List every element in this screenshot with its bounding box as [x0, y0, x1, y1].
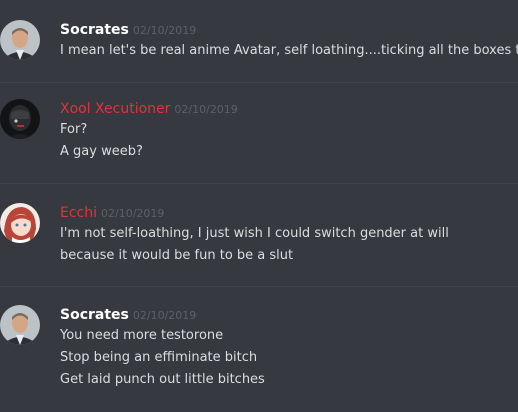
- chat-message: Socrates 02/10/2019 You need more testoro…: [0, 305, 518, 405]
- timestamp: 02/10/2019: [174, 103, 238, 116]
- chat-message: Ecchi 02/10/2019 I'm not self-loathing, I…: [0, 203, 518, 273]
- dark-masked-avatar-icon[interactable]: [0, 99, 40, 139]
- message-header: Socrates 02/10/2019: [60, 305, 196, 325]
- username[interactable]: Xool Xecutioner: [60, 101, 170, 117]
- message-line: You need more testorone: [60, 328, 224, 343]
- timestamp: 02/10/2019: [101, 207, 165, 220]
- message-line: Get laid punch out little bitches: [60, 372, 265, 387]
- message-divider: [0, 82, 518, 83]
- chat-message: Socrates 02/10/2019 I mean let's be real …: [0, 20, 518, 80]
- message-line: A gay weeb?: [60, 144, 143, 159]
- message-line: Stop being an effiminate bitch: [60, 350, 258, 365]
- man-in-suit-avatar-icon[interactable]: [0, 20, 40, 60]
- message-divider: [0, 286, 518, 287]
- timestamp: 02/10/2019: [132, 309, 197, 322]
- message-line: I mean let's be real anime Avatar, self …: [60, 43, 518, 58]
- message-header: Socrates 02/10/2019: [60, 20, 196, 40]
- man-in-suit-avatar-icon[interactable]: [0, 305, 40, 345]
- message-line: I'm not self-loathing, I just wish I cou…: [60, 226, 449, 241]
- chat-message-list: Socrates 02/10/2019 I mean let's be real …: [0, 0, 518, 412]
- message-line: because it would be fun to be a slut: [60, 248, 294, 263]
- message-content: You need more testorone Stop being an ef…: [60, 325, 518, 391]
- message-header: Ecchi 02/10/2019: [60, 203, 164, 223]
- username[interactable]: Socrates: [60, 22, 129, 38]
- chat-message: Xool Xecutioner 02/10/2019 For? A gay wee…: [0, 99, 518, 169]
- message-content: I'm not self-loathing, I just wish I cou…: [60, 223, 518, 267]
- timestamp: 02/10/2019: [132, 24, 197, 37]
- message-content: I mean let's be real anime Avatar, self …: [60, 40, 518, 62]
- message-content: For? A gay weeb?: [60, 119, 518, 163]
- username[interactable]: Ecchi: [60, 205, 97, 221]
- username[interactable]: Socrates: [60, 307, 129, 323]
- message-header: Xool Xecutioner 02/10/2019: [60, 99, 238, 119]
- message-line: For?: [60, 122, 88, 137]
- message-divider: [0, 183, 518, 184]
- anime-girl-avatar-icon[interactable]: [0, 203, 40, 243]
